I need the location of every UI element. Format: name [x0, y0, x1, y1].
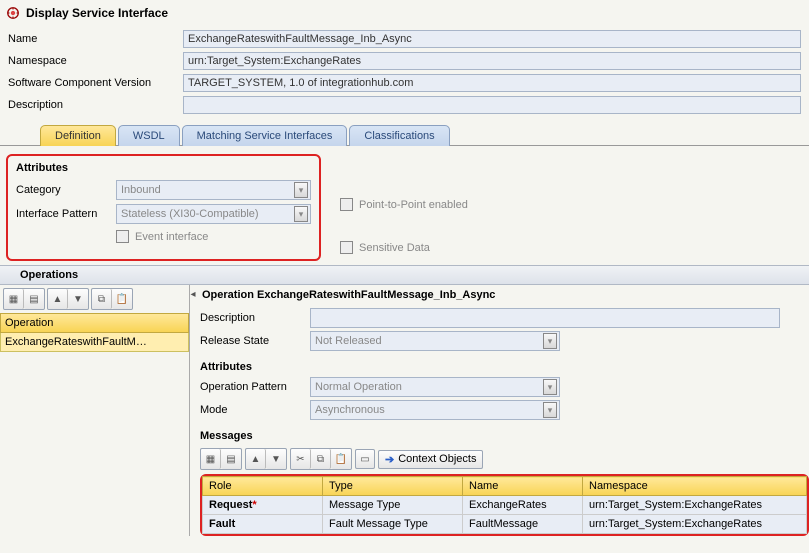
- op-description-field[interactable]: [310, 308, 780, 328]
- swc-field[interactable]: TARGET_SYSTEM, 1.0 of integrationhub.com: [183, 74, 801, 92]
- form-row-description: Description: [0, 94, 809, 116]
- move-down-icon[interactable]: ▼: [266, 449, 286, 469]
- namespace-cell: urn:Target_System:ExchangeRates: [583, 496, 807, 515]
- messages-table-highlight: Role Type Name Namespace Request* Messag…: [200, 474, 809, 536]
- release-state-label: Release State: [200, 335, 310, 347]
- dropdown-icon[interactable]: ▾: [543, 379, 557, 395]
- event-interface-checkbox[interactable]: [116, 230, 129, 243]
- operation-detail-pane: Operation ExchangeRateswithFaultMessage_…: [196, 285, 809, 536]
- op-description-label: Description: [200, 312, 310, 324]
- col-role[interactable]: Role: [203, 477, 323, 496]
- form-row-name: Name ExchangeRateswithFaultMessage_Inb_A…: [0, 28, 809, 50]
- category-value: Inbound: [121, 184, 161, 196]
- dropdown-icon[interactable]: ▾: [294, 206, 308, 222]
- tab-classifications[interactable]: Classifications: [349, 125, 449, 146]
- role-cell: Fault: [209, 518, 235, 530]
- description-label: Description: [8, 99, 183, 111]
- messages-toolbar: ▦ ▤ ▲ ▼ ✂ ⧉ 📋 ▭ ➔ Context Objects: [200, 446, 809, 472]
- move-up-icon[interactable]: ▲: [48, 289, 68, 309]
- category-select[interactable]: Inbound ▾: [116, 180, 311, 200]
- release-state-select[interactable]: Not Released ▾: [310, 331, 560, 351]
- move-down-icon[interactable]: ▼: [68, 289, 88, 309]
- tab-strip: Definition WSDL Matching Service Interfa…: [0, 116, 809, 146]
- tab-matching[interactable]: Matching Service Interfaces: [182, 125, 348, 146]
- p2p-label: Point-to-Point enabled: [359, 199, 468, 211]
- move-up-icon[interactable]: ▲: [246, 449, 266, 469]
- operation-row-selected[interactable]: ExchangeRateswithFaultM…: [0, 333, 189, 352]
- description-field[interactable]: [183, 96, 801, 114]
- role-cell: Request: [209, 499, 252, 511]
- page-title-row: Display Service Interface: [0, 0, 809, 28]
- mode-value: Asynchronous: [315, 404, 385, 416]
- operation-detail-title: Operation ExchangeRateswithFaultMessage_…: [200, 285, 809, 305]
- op-pattern-select[interactable]: Normal Operation ▾: [310, 377, 560, 397]
- col-type[interactable]: Type: [323, 477, 463, 496]
- p2p-checkbox[interactable]: [340, 198, 353, 211]
- pattern-select[interactable]: Stateless (XI30-Compatible) ▾: [116, 204, 311, 224]
- pattern-label: Interface Pattern: [16, 208, 116, 220]
- swc-label: Software Component Version: [8, 77, 183, 89]
- col-namespace[interactable]: Namespace: [583, 477, 807, 496]
- operation-column-header: Operation: [0, 313, 189, 333]
- namespace-field[interactable]: urn:Target_System:ExchangeRates: [183, 52, 801, 70]
- dropdown-icon[interactable]: ▾: [543, 333, 557, 349]
- type-cell: Message Type: [323, 496, 463, 515]
- copy-icon[interactable]: ⧉: [311, 449, 331, 469]
- type-cell: Fault Message Type: [323, 515, 463, 534]
- paste-icon[interactable]: 📋: [331, 449, 351, 469]
- dropdown-icon[interactable]: ▾: [294, 182, 308, 198]
- namespace-label: Namespace: [8, 55, 183, 67]
- table-row[interactable]: Request* Message Type ExchangeRates urn:…: [203, 496, 807, 515]
- attributes-title: Attributes: [16, 162, 311, 174]
- required-star: *: [252, 499, 256, 511]
- messages-title: Messages: [200, 430, 809, 442]
- dropdown-icon[interactable]: ▾: [543, 402, 557, 418]
- name-cell: FaultMessage: [463, 515, 583, 534]
- attributes-panel: Attributes Category Inbound ▾ Interface …: [6, 154, 321, 261]
- arrow-right-icon: ➔: [385, 453, 394, 466]
- context-objects-label: Context Objects: [398, 453, 476, 465]
- namespace-cell: urn:Target_System:ExchangeRates: [583, 515, 807, 534]
- insert-row-alt-icon[interactable]: ▤: [221, 449, 241, 469]
- table-row[interactable]: Fault Fault Message Type FaultMessage ur…: [203, 515, 807, 534]
- sensitive-data-checkbox[interactable]: [340, 241, 353, 254]
- context-objects-button[interactable]: ➔ Context Objects: [378, 450, 483, 469]
- cut-icon[interactable]: ✂: [291, 449, 311, 469]
- mode-select[interactable]: Asynchronous ▾: [310, 400, 560, 420]
- op-pattern-label: Operation Pattern: [200, 381, 310, 393]
- mode-label: Mode: [200, 404, 310, 416]
- category-label: Category: [16, 184, 116, 196]
- new-row-icon[interactable]: ▦: [4, 289, 24, 309]
- name-cell: ExchangeRates: [463, 496, 583, 515]
- clear-icon[interactable]: ▭: [355, 449, 375, 469]
- op-pattern-value: Normal Operation: [315, 381, 402, 393]
- release-state-value: Not Released: [315, 335, 382, 347]
- new-row-alt-icon[interactable]: ▤: [24, 289, 44, 309]
- insert-row-icon[interactable]: ▦: [201, 449, 221, 469]
- page-title: Display Service Interface: [26, 6, 168, 20]
- copy-icon[interactable]: ⧉: [92, 289, 112, 309]
- tab-wsdl[interactable]: WSDL: [118, 125, 180, 146]
- pattern-value: Stateless (XI30-Compatible): [121, 208, 259, 220]
- name-label: Name: [8, 33, 183, 45]
- operations-toolbar: ▦ ▤ ▲ ▼ ⧉ 📋: [0, 285, 189, 313]
- name-field[interactable]: ExchangeRateswithFaultMessage_Inb_Async: [183, 30, 801, 48]
- messages-table: Role Type Name Namespace Request* Messag…: [202, 476, 807, 534]
- tab-definition[interactable]: Definition: [40, 125, 116, 146]
- paste-icon[interactable]: 📋: [112, 289, 132, 309]
- service-interface-icon: [6, 6, 20, 20]
- form-row-namespace: Namespace urn:Target_System:ExchangeRate…: [0, 50, 809, 72]
- operations-left-pane: ▦ ▤ ▲ ▼ ⧉ 📋 Operation ExchangeRateswithF…: [0, 285, 190, 536]
- op-attributes-title: Attributes: [200, 361, 809, 373]
- col-name[interactable]: Name: [463, 477, 583, 496]
- splitter-icon: ◂: [190, 289, 195, 300]
- form-row-swc: Software Component Version TARGET_SYSTEM…: [0, 72, 809, 94]
- operations-header: Operations: [0, 265, 809, 285]
- sensitive-data-label: Sensitive Data: [359, 242, 430, 254]
- event-interface-label: Event interface: [135, 231, 208, 243]
